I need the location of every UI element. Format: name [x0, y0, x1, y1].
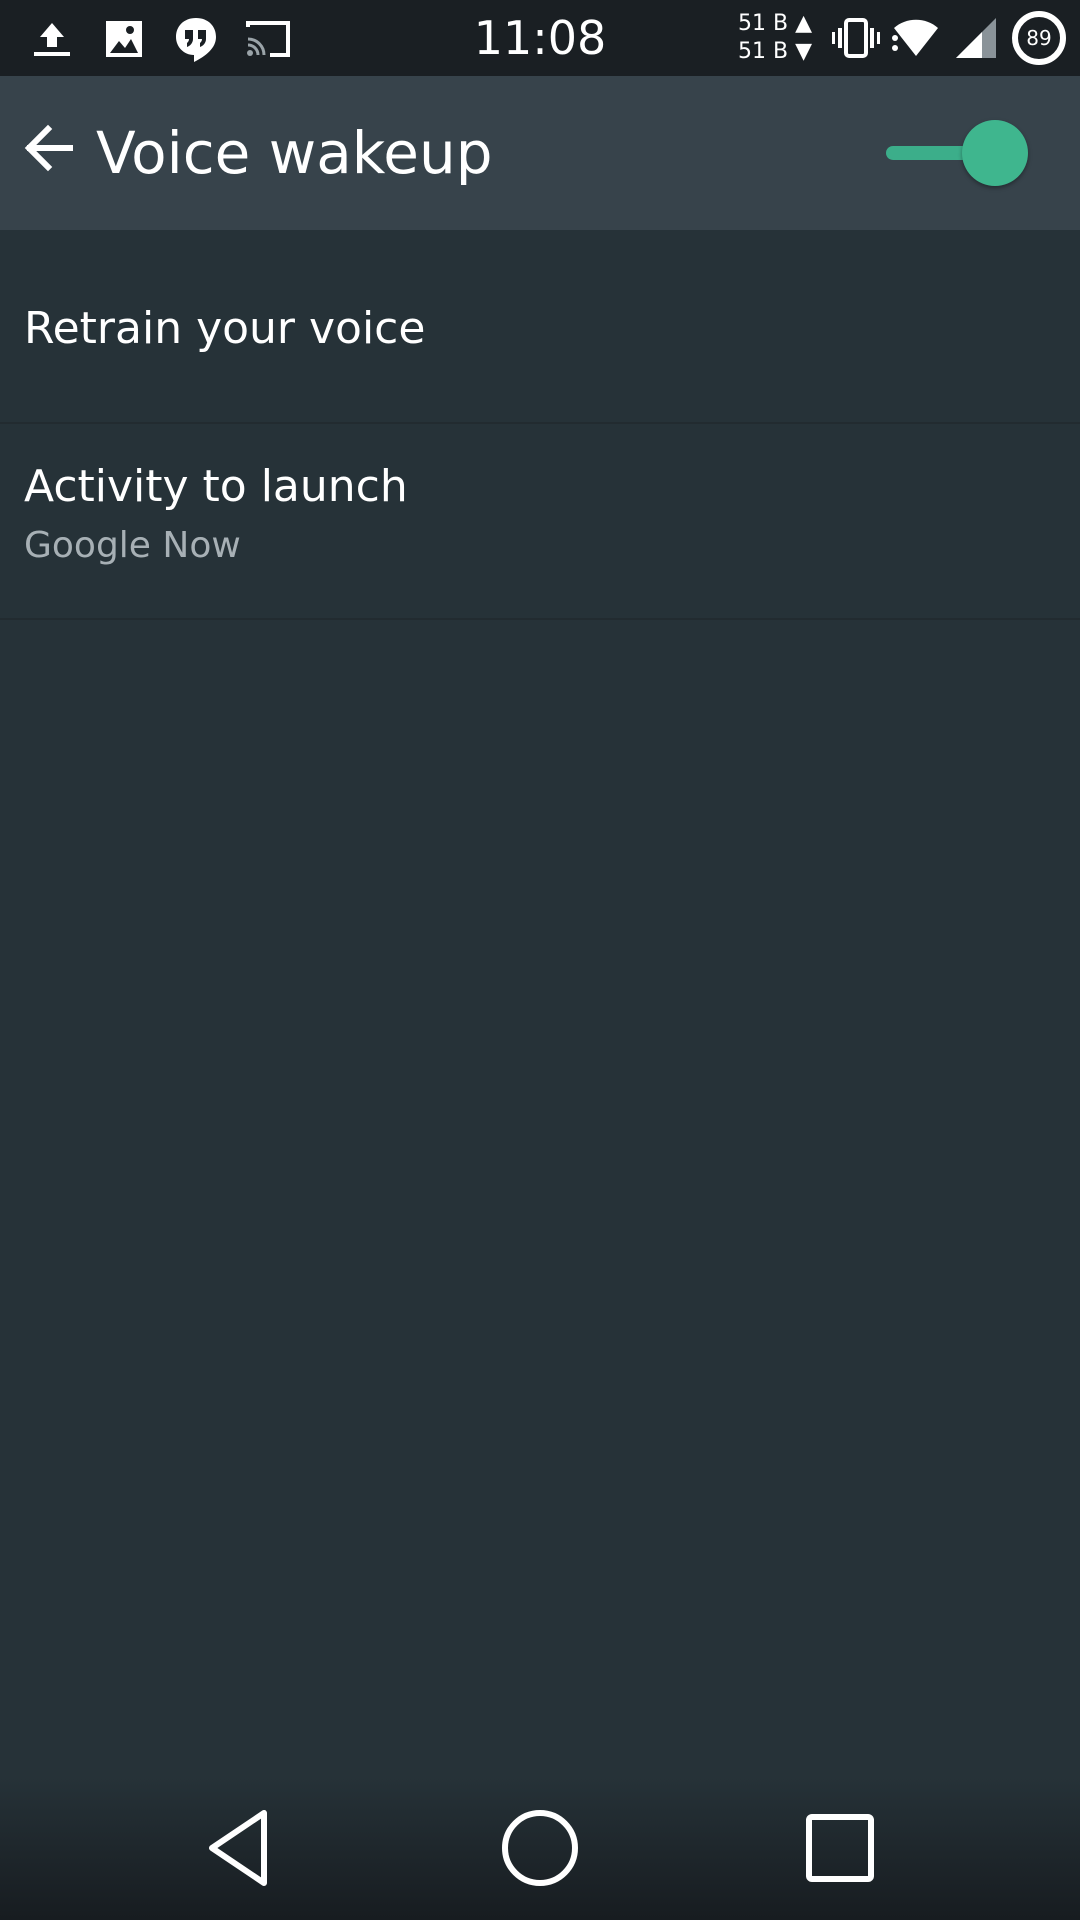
- nav-home-button[interactable]: [480, 1798, 600, 1898]
- wifi-icon: [892, 19, 938, 56]
- download-speed: 51 B ▼: [738, 39, 812, 64]
- network-speed: 51 B ▲ 51 B ▼: [738, 10, 812, 66]
- item-title: Retrain your voice: [24, 303, 426, 354]
- cell-signal-icon: [956, 18, 996, 58]
- page-title: Voice wakeup: [96, 119, 493, 187]
- switch-thumb: [962, 120, 1028, 186]
- status-bar: 11:08 51 B ▲ 51 B ▼ 89: [0, 0, 1080, 76]
- nav-back-button[interactable]: [180, 1798, 300, 1898]
- circle-home-icon: [502, 1810, 578, 1886]
- upload-speed: 51 B ▲: [738, 11, 812, 36]
- arrow-back-icon: [24, 124, 73, 172]
- settings-list: Retrain your voice Activity to launch Go…: [0, 230, 1080, 620]
- back-button[interactable]: [16, 116, 80, 180]
- vibrate-icon: [832, 18, 880, 58]
- triangle-back-icon: [209, 1810, 267, 1886]
- battery-level: 89: [1026, 26, 1052, 50]
- navigation-bar: [0, 1776, 1080, 1920]
- item-summary: Google Now: [24, 525, 241, 566]
- activity-to-launch-item[interactable]: Activity to launch Google Now: [0, 424, 1080, 620]
- item-title: Activity to launch: [24, 461, 408, 512]
- retrain-voice-item[interactable]: Retrain your voice: [0, 230, 1080, 424]
- system-icons: 51 B ▲ 51 B ▼ 89: [738, 8, 1066, 68]
- nav-recents-button[interactable]: [780, 1798, 900, 1898]
- battery-icon: 89: [1012, 11, 1066, 65]
- app-bar: Voice wakeup: [0, 76, 1080, 230]
- voice-wakeup-switch[interactable]: [884, 120, 1032, 186]
- square-recents-icon: [806, 1814, 874, 1882]
